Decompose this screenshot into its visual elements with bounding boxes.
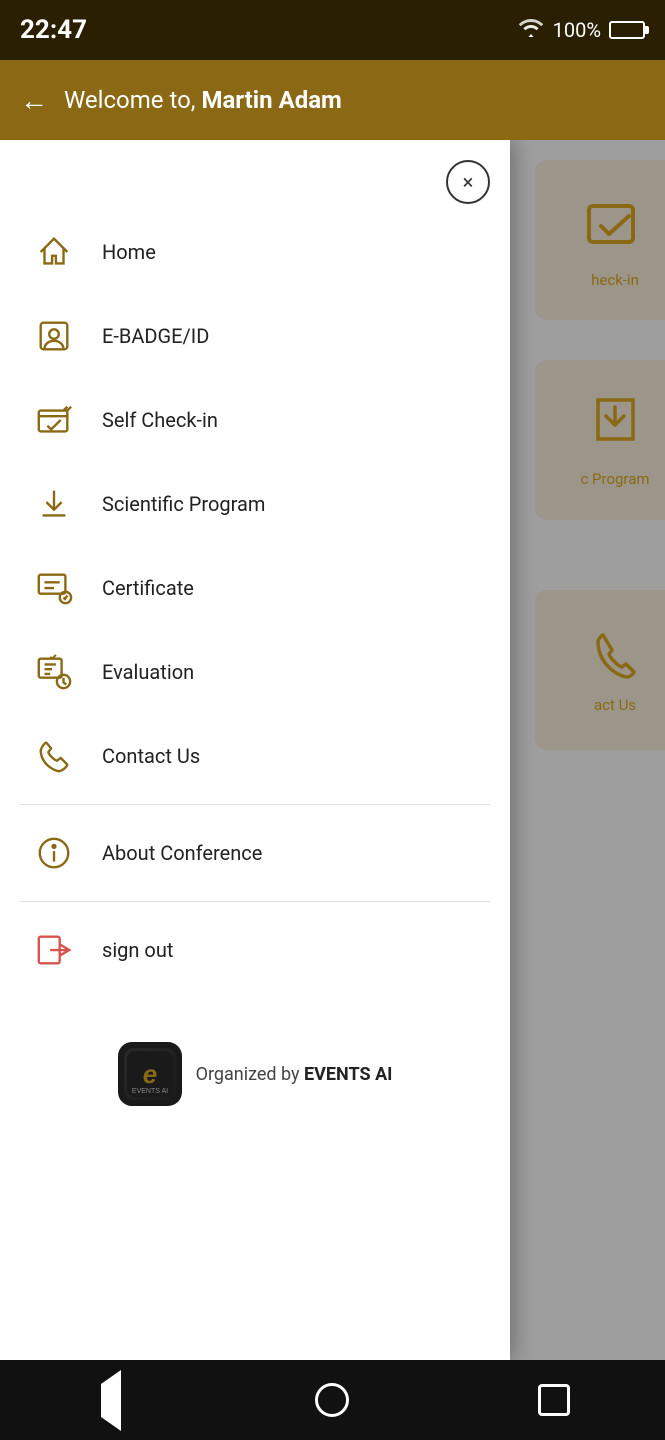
menu-label-home: Home [102,240,156,264]
svg-text:EVENTS AI: EVENTS AI [131,1088,167,1095]
header-title: Welcome to, Martin Adam [64,86,342,114]
svg-text:e: e [142,1059,156,1089]
menu-divider-2 [20,901,490,902]
menu-item-evaluation[interactable]: Evaluation [0,630,510,714]
nav-back-button[interactable] [86,1375,136,1425]
menu-item-home[interactable]: Home [0,210,510,294]
bg-tile-contact: act Us [535,590,665,750]
bg-tile-scientific: c Program [535,360,665,520]
status-time: 22:47 [20,15,87,45]
battery-icon [609,21,645,39]
checkin-icon [30,396,78,444]
menu-item-ebadge[interactable]: E-BADGE/ID [0,294,510,378]
scientific-icon [30,480,78,528]
menu-item-contactus[interactable]: Contact Us [0,714,510,798]
back-button[interactable]: ← [20,84,48,117]
menu-divider-1 [20,804,490,805]
close-drawer-button[interactable]: × [446,160,490,204]
nav-recents-button[interactable] [529,1375,579,1425]
menu-label-selfcheckin: Self Check-in [102,408,218,432]
menu-item-selfcheckin[interactable]: Self Check-in [0,378,510,462]
menu-label-scientific: Scientific Program [102,492,265,516]
status-icons: 100% [517,16,645,44]
home-icon [30,228,78,276]
evaluation-icon [30,648,78,696]
menu-label-ebadge: E-BADGE/ID [102,324,209,348]
menu-list: Home E-BADGE/ID [0,140,510,1146]
menu-item-signout[interactable]: sign out [0,908,510,992]
menu-label-about: About Conference [102,841,262,865]
wifi-icon [517,16,545,44]
menu-label-signout: sign out [102,938,173,962]
badge-icon [30,312,78,360]
menu-label-evaluation: Evaluation [102,660,194,684]
brand-logo: e EVENTS AI [118,1042,182,1106]
header-bar: ← Welcome to, Martin Adam [0,60,665,140]
phone-icon [30,732,78,780]
brand-caption: Organized by EVENTS AI [196,1064,393,1085]
battery-percentage: 100% [553,18,601,42]
bg-tile-checkin: heck-in [535,160,665,320]
menu-item-about[interactable]: About Conference [0,811,510,895]
info-icon [30,829,78,877]
navigation-bar [0,1360,665,1440]
nav-home-button[interactable] [307,1375,357,1425]
menu-item-certificate[interactable]: Certificate [0,546,510,630]
menu-label-certificate: Certificate [102,576,194,600]
menu-item-scientific[interactable]: Scientific Program [0,462,510,546]
menu-label-contactus: Contact Us [102,744,200,768]
navigation-drawer: × Home E-BADGE/ID [0,140,510,1360]
footer-branding: e EVENTS AI Organized by EVENTS AI [0,1012,510,1126]
certificate-icon [30,564,78,612]
status-bar: 22:47 100% [0,0,665,60]
signout-icon [30,926,78,974]
